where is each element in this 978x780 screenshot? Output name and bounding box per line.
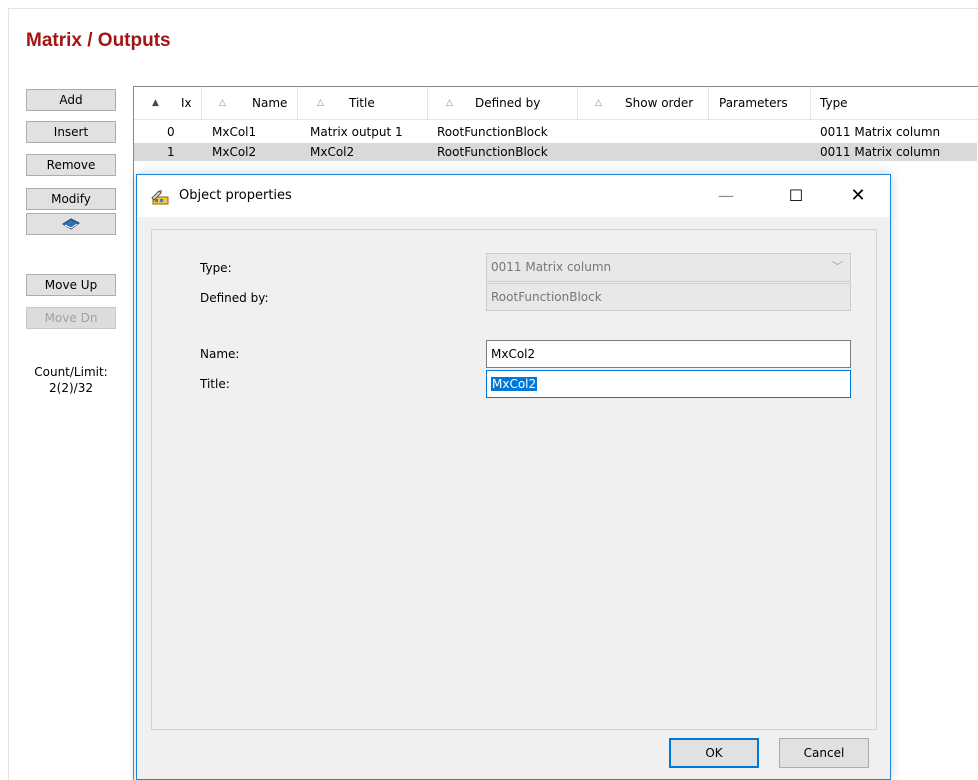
- defined-by-field: RootFunctionBlock: [486, 283, 851, 311]
- column-header-ix[interactable]: ▲ Ix: [134, 87, 202, 119]
- dialog-title: Object properties: [179, 188, 292, 203]
- sort-icon: △: [317, 98, 324, 108]
- name-label: Name:: [200, 347, 240, 361]
- list-header: ▲ Ix △ Name △ Title △ Defined by △ Show …: [134, 87, 978, 120]
- cell-type: 0011 Matrix column: [820, 125, 941, 139]
- cell-defined-by: RootFunctionBlock: [437, 145, 548, 159]
- sort-icon: △: [219, 98, 226, 108]
- cell-name: MxCol1: [212, 125, 257, 139]
- modify-button[interactable]: Modify: [26, 188, 116, 210]
- type-label: Type:: [200, 261, 232, 275]
- cell-title: Matrix output 1: [310, 125, 403, 139]
- ok-button[interactable]: OK: [669, 738, 759, 768]
- properties-panel: Type: 0011 Matrix column ﹀ Defined by: R…: [151, 229, 877, 730]
- type-select[interactable]: 0011 Matrix column ﹀: [486, 253, 851, 282]
- defined-by-label: Defined by:: [200, 291, 269, 305]
- title-field-selected-text: MxCol2: [491, 377, 538, 391]
- column-header-parameters[interactable]: Parameters: [709, 87, 811, 119]
- count-limit: Count/Limit: 2(2)/32: [22, 364, 120, 396]
- move-up-button[interactable]: Move Up: [26, 274, 116, 296]
- name-field[interactable]: MxCol2: [486, 340, 851, 368]
- book-icon: [62, 218, 80, 230]
- cell-ix: 1: [167, 145, 175, 159]
- cell-type: 0011 Matrix column: [820, 145, 941, 159]
- table-row[interactable]: 1 MxCol2 MxCol2 RootFunctionBlock 0011 M…: [134, 143, 977, 161]
- sort-icon: △: [595, 98, 602, 108]
- title-field[interactable]: MxCol2: [486, 370, 851, 398]
- help-book-button[interactable]: [26, 213, 116, 235]
- page-title: Matrix / Outputs: [26, 30, 171, 51]
- cell-name: MxCol2: [212, 145, 257, 159]
- column-header-title[interactable]: △ Title: [298, 87, 428, 119]
- column-header-name[interactable]: △ Name: [202, 87, 298, 119]
- properties-icon: [151, 190, 169, 205]
- close-button[interactable]: ✕: [835, 175, 881, 217]
- minimize-button[interactable]: —: [703, 175, 749, 217]
- count-limit-label: Count/Limit:: [34, 365, 108, 379]
- object-properties-dialog: Object properties — ☐ ✕ Type: 0011 Matri…: [136, 174, 891, 780]
- table-row[interactable]: 0 MxCol1 Matrix output 1 RootFunctionBlo…: [134, 123, 977, 141]
- type-select-value: 0011 Matrix column: [491, 260, 612, 274]
- insert-button[interactable]: Insert: [26, 121, 116, 143]
- title-label: Title:: [200, 377, 230, 391]
- column-header-show-order[interactable]: △ Show order: [578, 87, 709, 119]
- add-button[interactable]: Add: [26, 89, 116, 111]
- cancel-button[interactable]: Cancel: [779, 738, 869, 768]
- remove-button[interactable]: Remove: [26, 154, 116, 176]
- cell-ix: 0: [167, 125, 175, 139]
- cell-title: MxCol2: [310, 145, 355, 159]
- sort-asc-icon: ▲: [152, 98, 159, 108]
- chevron-down-icon: ﹀: [832, 260, 843, 273]
- column-header-type[interactable]: Type: [811, 87, 977, 119]
- dialog-titlebar[interactable]: Object properties — ☐ ✕: [137, 175, 890, 217]
- count-limit-value: 2(2)/32: [49, 381, 93, 395]
- column-header-defined-by[interactable]: △ Defined by: [428, 87, 578, 119]
- maximize-button[interactable]: ☐: [773, 175, 819, 217]
- cell-defined-by: RootFunctionBlock: [437, 125, 548, 139]
- sort-icon: △: [446, 98, 453, 108]
- move-down-button[interactable]: Move Dn: [26, 307, 116, 329]
